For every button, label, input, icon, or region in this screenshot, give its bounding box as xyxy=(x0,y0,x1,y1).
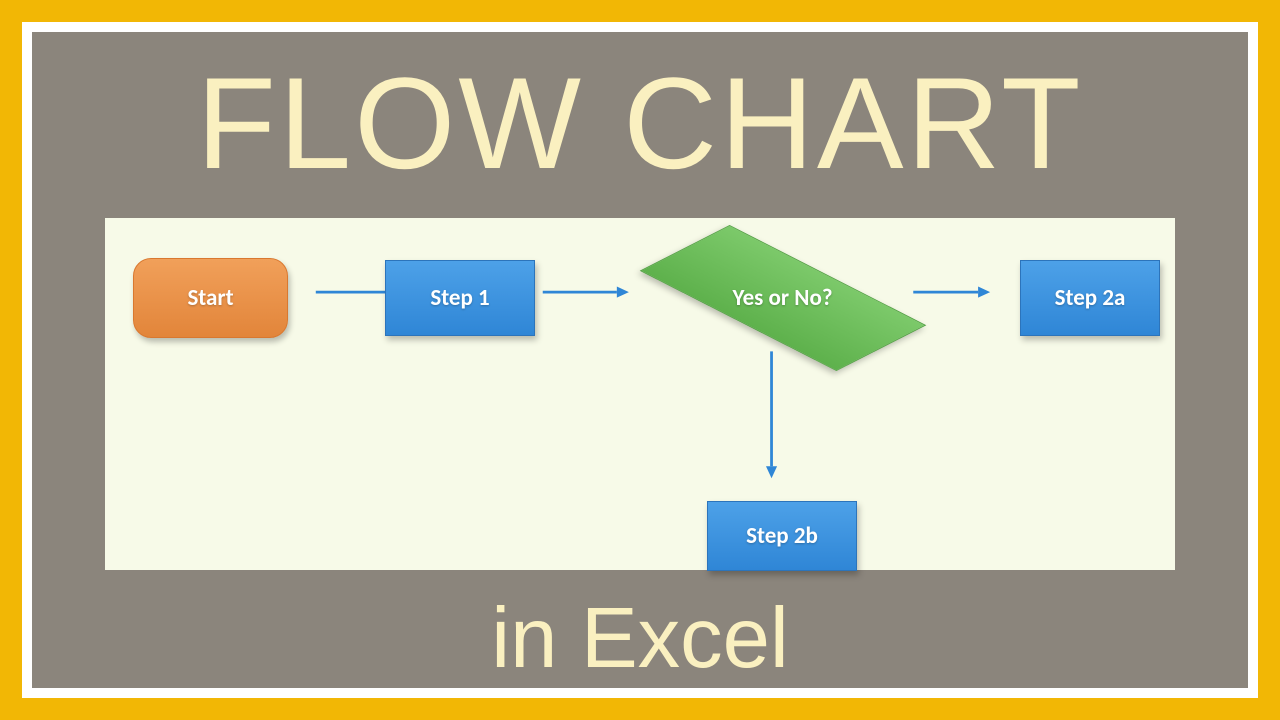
flow-node-step2a-label: Step 2a xyxy=(1055,284,1126,312)
flow-node-decision-label: Yes or No? xyxy=(733,284,833,312)
gray-background-panel: FLOW CHART Start xyxy=(32,32,1248,688)
flow-node-step2a: Step 2a xyxy=(1020,260,1160,336)
outer-frame: FLOW CHART Start xyxy=(0,0,1280,720)
flow-node-start: Start xyxy=(133,258,288,338)
flow-node-step1: Step 1 xyxy=(385,260,535,336)
flowchart-canvas: Start Step 1 Yes or No? Step 2a Step 2b xyxy=(105,218,1175,570)
main-title: FLOW CHART xyxy=(196,58,1083,188)
flow-node-step1-label: Step 1 xyxy=(430,284,489,312)
subtitle: in Excel xyxy=(491,590,789,688)
flow-node-start-label: Start xyxy=(187,284,233,312)
flow-node-step2b-label: Step 2b xyxy=(746,522,818,550)
inner-white-border: FLOW CHART Start xyxy=(22,22,1258,698)
flow-node-step2b: Step 2b xyxy=(707,501,857,571)
flow-node-decision: Yes or No? xyxy=(630,232,935,364)
